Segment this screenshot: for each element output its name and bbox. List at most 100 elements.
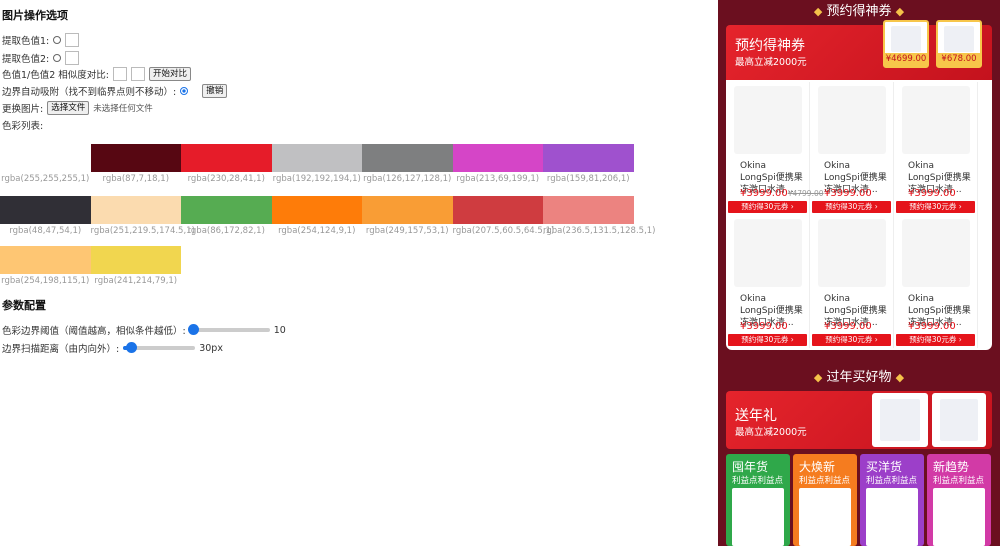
palette-swatch[interactable]: rgba(249,157,53,1) — [362, 196, 453, 236]
pick1-radio[interactable] — [53, 36, 62, 44]
product-card[interactable]: Okina LongSpi便携果冻激口水清... ¥3999.00 预约得30元券 … — [894, 215, 978, 348]
category-image — [933, 488, 985, 546]
palette-swatch[interactable]: rgba(254,124,9,1) — [271, 196, 362, 236]
swatch-color — [0, 246, 91, 274]
product-price: ¥3999.00 — [740, 321, 788, 332]
palette-swatch[interactable]: rgba(230,28,41,1) — [181, 144, 272, 184]
section2-title: ◆ 过年买好物 ◆ — [813, 370, 905, 385]
product-card[interactable]: Okina LongSpi便携果冻激口水清... ¥3999.00¥4799.00… — [726, 82, 824, 215]
category-sub: 利益点利益点 — [866, 476, 918, 486]
product-card[interactable]: Okina LongSpi便携果冻激口水清... ¥3999.00 预约得30元券 … — [810, 82, 894, 215]
palette-swatch[interactable]: rgba(241,214,79,1) — [90, 246, 181, 286]
choose-file-button[interactable]: 选择文件 — [47, 101, 90, 115]
product-image — [734, 86, 802, 154]
threshold-value: 10 — [273, 324, 286, 336]
pick1-row: 提取色值1: — [2, 33, 80, 47]
swatch-label: rgba(192,192,194,1) — [272, 174, 361, 184]
swatch-label: rgba(254,124,9,1) — [278, 226, 356, 236]
coupon-button[interactable]: 预约得30元券 › — [896, 334, 975, 346]
palette-label: 色彩列表: — [2, 121, 44, 132]
distance-label: 边界扫描距离（由内向外）: — [2, 344, 120, 355]
palette-swatch[interactable]: rgba(126,127,128,1) — [362, 144, 453, 184]
undo-button[interactable]: 撤销 — [202, 84, 228, 98]
category-image — [866, 488, 918, 546]
coupon-button[interactable]: 预约得30元券 › — [728, 201, 807, 213]
preview-panel: ◆ 预约得神券 ◆ 预约得神券 最高立减2000元 ¥4699.00 ¥678.… — [718, 0, 1000, 546]
edge-radio[interactable] — [180, 87, 189, 95]
swatch-color — [90, 144, 181, 172]
category-image — [732, 488, 784, 546]
coupon-button[interactable]: 预约得30元券 › — [812, 334, 891, 346]
coupon-button[interactable]: 预约得30元券 › — [728, 334, 807, 346]
product-price: ¥3999.00 — [908, 321, 956, 332]
palette-swatch[interactable]: rgba(254,198,115,1) — [0, 246, 91, 286]
swatch-label: rgba(230,28,41,1) — [187, 174, 265, 184]
compare-label: 色值1/色值2 相似度对比: — [2, 70, 110, 81]
palette-swatch[interactable]: rgba(86,172,82,1) — [181, 196, 272, 236]
pick2-radio[interactable] — [53, 54, 62, 62]
product-card[interactable]: Okina LongSpi便携果冻激口水清... ¥3999.00 预约得30元券 … — [726, 215, 810, 348]
category-card[interactable]: 新趋势 利益点利益点 — [927, 454, 991, 546]
category-sub: 利益点利益点 — [933, 476, 985, 486]
swatch-color — [362, 144, 453, 172]
coupon-button[interactable]: 预约得30元券 › — [812, 201, 891, 213]
coupon-button[interactable]: 预约得30元券 › — [896, 201, 975, 213]
category-card[interactable]: 买洋货 利益点利益点 — [860, 454, 924, 546]
product-price: ¥3999.00 — [908, 188, 956, 199]
palette-swatch[interactable]: rgba(48,47,54,1) — [0, 196, 91, 236]
product-price: ¥3999.00 — [824, 321, 872, 332]
palette-swatch[interactable]: rgba(255,255,255,1) — [0, 144, 91, 184]
swatch-label: rgba(254,198,115,1) — [1, 276, 90, 286]
palette-swatch[interactable]: rgba(87,7,18,1) — [90, 144, 181, 184]
category-title: 大焕新 — [799, 460, 836, 474]
swatch-label: rgba(48,47,54,1) — [9, 226, 82, 236]
category-sub: 利益点利益点 — [799, 476, 851, 486]
swatch-color — [0, 196, 91, 224]
category-card[interactable]: 囤年货 利益点利益点 — [726, 454, 790, 546]
banner-product-2[interactable]: ¥678.00 — [936, 20, 982, 68]
swatch-label: rgba(241,214,79,1) — [94, 276, 178, 286]
palette-swatch[interactable]: rgba(192,192,194,1) — [271, 144, 362, 184]
palette-swatch[interactable]: rgba(213,69,199,1) — [452, 144, 543, 184]
params-title: 参数配置 — [2, 299, 46, 312]
swatch-label: rgba(249,157,53,1) — [365, 226, 449, 236]
palette-row: rgba(255,255,255,1) rgba(87,7,18,1) rgba(2… — [0, 144, 634, 184]
product-card[interactable]: Okina LongSpi便携果冻激口水清... ¥3999.00 预约得30元券 … — [810, 215, 894, 348]
palette-swatch[interactable]: rgba(236.5,131.5,128.5,1) — [543, 196, 656, 236]
category-card[interactable]: 大焕新 利益点利益点 — [793, 454, 857, 546]
distance-value: 30px — [199, 342, 223, 354]
threshold-slider[interactable] — [188, 324, 270, 335]
banner2-title: 送年礼 — [735, 408, 777, 424]
product-card[interactable]: Okina LongSpi便携果冻激口水清... ¥3999.00 预约得30元券 … — [894, 82, 978, 215]
category-title: 买洋货 — [866, 460, 903, 474]
swatch-label: rgba(236.5,131.5,128.5,1) — [543, 226, 656, 236]
product-price: ¥3999.00 — [824, 188, 872, 199]
coupon-banner[interactable]: 预约得神券 最高立减2000元 ¥4699.00 ¥678.00 — [726, 20, 992, 80]
category-sub: 利益点利益点 — [732, 476, 784, 486]
pick1-swatch — [65, 33, 80, 47]
swatch-color — [452, 144, 543, 172]
pick2-label: 提取色值2: — [2, 54, 50, 65]
gift-product-1[interactable] — [872, 393, 928, 447]
distance-slider[interactable] — [123, 342, 196, 353]
product-image — [818, 219, 886, 287]
palette-swatch[interactable]: rgba(207.5,60.5,64.5,1) — [452, 196, 554, 236]
section1-title: ◆ 预约得神券 ◆ — [813, 4, 905, 19]
distance-row: 边界扫描距离（由内向外）: 30px — [2, 341, 223, 355]
banner1-sub: 最高立减2000元 — [735, 57, 807, 68]
gift-product-2[interactable] — [932, 393, 986, 447]
swatch-color — [452, 196, 543, 224]
swatch-color — [543, 144, 634, 172]
palette-swatch[interactable]: rgba(159,81,206,1) — [543, 144, 634, 184]
swatch-color — [543, 196, 634, 224]
compare-row: 色值1/色值2 相似度对比: 开始对比 — [2, 67, 192, 81]
compare-button[interactable]: 开始对比 — [149, 67, 192, 81]
banner2-sub: 最高立减2000元 — [735, 427, 807, 438]
swatch-color — [0, 144, 91, 172]
banner-product-1[interactable]: ¥4699.00 — [883, 20, 929, 68]
palette-swatch[interactable]: rgba(251,219.5,174.5,1) — [90, 196, 195, 236]
swatch-label: rgba(87,7,18,1) — [102, 174, 170, 184]
pick2-row: 提取色值2: — [2, 51, 80, 65]
gift-banner[interactable]: 送年礼 最高立减2000元 — [726, 391, 992, 449]
pick1-label: 提取色值1: — [2, 36, 50, 47]
